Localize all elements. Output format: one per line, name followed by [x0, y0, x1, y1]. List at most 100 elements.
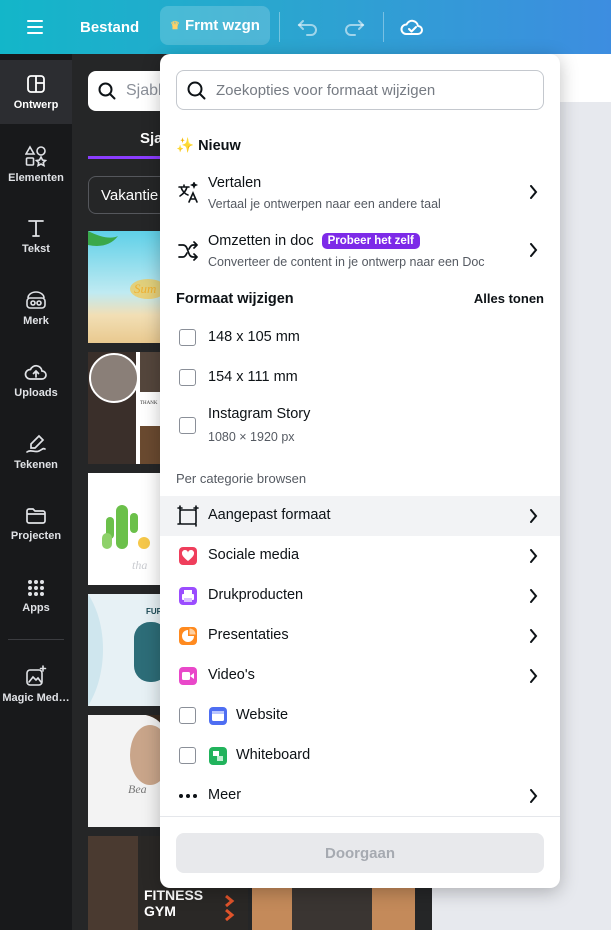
whiteboard-icon — [206, 744, 230, 768]
svg-text:THANK: THANK — [140, 401, 158, 406]
chevron-right-icon — [526, 789, 540, 803]
svg-text:Bea: Bea — [128, 782, 147, 796]
size-option[interactable]: 148 x 105 mm — [160, 318, 560, 358]
try-it-badge: Probeer het zelf — [321, 233, 420, 249]
size-checkbox[interactable] — [179, 329, 196, 346]
size-option[interactable]: 154 x 111 mm — [160, 358, 560, 398]
resize-search-input[interactable] — [216, 81, 536, 99]
sidebar-item-label: Elementen — [8, 171, 64, 184]
template-thumbnail[interactable]: Sum — [88, 231, 168, 343]
menu-button[interactable] — [18, 14, 54, 40]
continue-button[interactable]: Doorgaan — [176, 833, 544, 873]
size-option-label: Instagram Story — [208, 406, 311, 422]
category-website[interactable]: Website — [160, 696, 560, 736]
category-presentations[interactable]: Presentaties — [160, 616, 560, 656]
template-thumbnail[interactable]: FUR — [88, 594, 168, 706]
folder-icon — [26, 507, 46, 524]
topbar-divider — [279, 12, 280, 42]
shuffle-icon — [176, 239, 200, 263]
resize-button-label: Frmt wzgn — [184, 17, 260, 34]
template-thumbnail[interactable]: tha — [88, 473, 168, 585]
size-option-dimensions: 1080 × 1920 px — [208, 430, 295, 444]
sidebar-item-brand[interactable]: Merk — [0, 276, 72, 340]
resize-popover: ✨ Nieuw Vertalen Vertaal je ontwerpen na… — [160, 54, 560, 888]
show-all-link[interactable]: Alles tonen — [474, 291, 544, 306]
topbar-divider — [383, 12, 384, 42]
apps-grid-icon — [28, 579, 44, 596]
shapes-icon — [25, 144, 47, 167]
sidebar-item-label: Apps — [22, 601, 50, 614]
category-whiteboard[interactable]: Whiteboard — [160, 736, 560, 776]
cloud-check-icon — [400, 19, 423, 35]
sidebar-item-draw[interactable]: Tekenen — [0, 420, 72, 484]
svg-text:Sum: Sum — [134, 281, 156, 296]
template-thumbnail[interactable]: Bea — [88, 714, 170, 827]
sidebar-item-design[interactable]: Ontwerp — [0, 60, 72, 124]
resize-button[interactable]: ♛ Frmt wzgn — [160, 6, 270, 45]
convert-label-row: Omzetten in doc Probeer het zelf — [208, 233, 420, 249]
search-icon — [98, 82, 116, 100]
sidebar-item-magic-media[interactable]: Magic Med… — [0, 652, 72, 716]
sidebar-item-label: Magic Med… — [2, 691, 70, 704]
whiteboard-checkbox[interactable] — [179, 747, 196, 764]
sidebar-item-label: Tekenen — [14, 458, 58, 471]
more-dots-icon — [176, 784, 200, 808]
save-status-button[interactable] — [398, 13, 426, 41]
translate-icon — [176, 181, 200, 205]
crown-icon: ♛ — [170, 20, 180, 32]
presentation-icon — [176, 624, 200, 648]
printer-icon — [176, 584, 200, 608]
sidebar-item-text[interactable]: Tekst — [0, 204, 72, 268]
translate-label: Vertalen — [208, 175, 262, 191]
layout-icon — [27, 74, 45, 93]
popover-footer-divider — [160, 816, 560, 817]
category-more[interactable]: Meer — [160, 776, 560, 816]
palm-leaf-image: Sum — [88, 231, 166, 299]
category-label: Sociale media — [208, 547, 300, 563]
draw-icon — [26, 434, 46, 453]
beauty-portrait-image: Bea — [128, 714, 170, 796]
translate-description: Vertaal je ontwerpen naar een andere taa… — [208, 197, 441, 211]
template-search-placeholder: Sjabl — [126, 82, 162, 99]
category-social-media[interactable]: Sociale media — [160, 536, 560, 576]
cactus-image: tha — [102, 505, 150, 572]
svg-text:GYM: GYM — [144, 903, 176, 919]
resize-search-field[interactable] — [176, 70, 544, 110]
website-checkbox[interactable] — [179, 707, 196, 724]
category-label: Website — [236, 707, 289, 723]
left-sidebar: Ontwerp Elementen Tekst Merk Uploads Tek… — [0, 54, 72, 930]
undo-button[interactable] — [294, 13, 322, 41]
browse-section-heading: Per categorie browsen — [176, 471, 307, 486]
translate-option[interactable]: Vertalen Vertaal je ontwerpen naar een a… — [160, 166, 560, 218]
sidebar-item-uploads[interactable]: Uploads — [0, 348, 72, 412]
size-checkbox[interactable] — [179, 369, 196, 386]
video-icon — [176, 664, 200, 688]
category-videos[interactable]: Video's — [160, 656, 560, 696]
size-checkbox[interactable] — [179, 417, 196, 434]
svg-text:tha: tha — [132, 558, 147, 572]
chevron-right-icon — [526, 589, 540, 603]
undo-icon — [297, 20, 317, 36]
top-bar: Bestand ♛ Frmt wzgn — [0, 0, 611, 54]
convert-to-doc-option[interactable]: Omzetten in doc Probeer het zelf Converte… — [160, 224, 560, 276]
redo-button[interactable] — [340, 13, 368, 41]
chevron-right-icon — [526, 243, 540, 257]
sidebar-item-projects[interactable]: Projecten — [0, 492, 72, 556]
category-print-products[interactable]: Drukproducten — [160, 576, 560, 616]
svg-text:FITNESS: FITNESS — [144, 887, 203, 903]
search-icon — [187, 81, 206, 99]
sidebar-item-elements[interactable]: Elementen — [0, 132, 72, 196]
furniture-sale-image: FUR — [88, 594, 168, 706]
sidebar-item-apps[interactable]: Apps — [0, 564, 72, 628]
chevron-right-icon — [526, 549, 540, 563]
category-custom-size[interactable]: Aangepast formaat — [160, 496, 560, 536]
template-thumbnail[interactable]: THANK — [88, 352, 168, 464]
wedding-photo-image: THANK — [88, 352, 168, 464]
sidebar-divider — [8, 639, 64, 640]
size-option[interactable]: Instagram Story 1080 × 1920 px — [160, 398, 560, 454]
sidebar-item-label: Ontwerp — [13, 98, 59, 111]
category-label: Drukproducten — [208, 587, 304, 603]
chevron-right-icon — [526, 509, 540, 523]
file-menu-button[interactable]: Bestand — [80, 18, 139, 36]
sidebar-item-label: Uploads — [14, 386, 58, 399]
